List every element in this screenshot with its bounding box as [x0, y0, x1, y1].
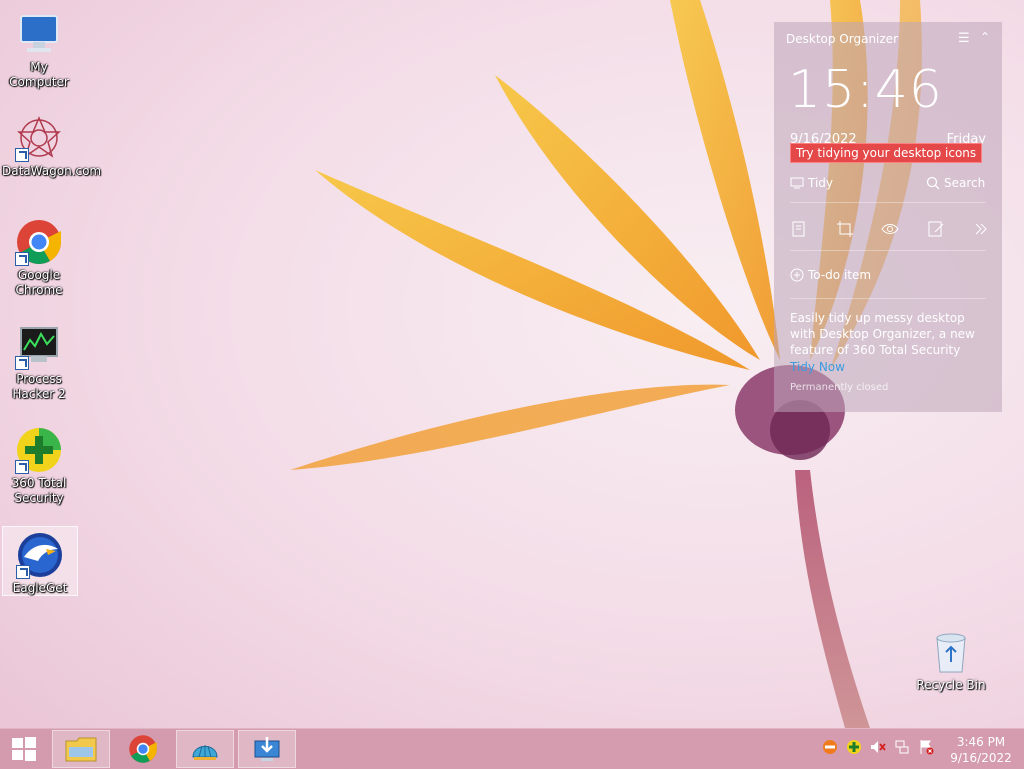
taskbar-google-chrome[interactable]: [114, 730, 172, 768]
desktop-icon-label: 360 Total Security: [11, 476, 67, 505]
desktop-icon-recycle-bin[interactable]: Recycle Bin: [914, 630, 988, 692]
hamburger-menu-icon[interactable]: ☰: [958, 31, 970, 46]
recycle-bin-label: Recycle Bin: [916, 678, 986, 692]
volume-muted-icon[interactable]: [870, 739, 886, 755]
eagleget-icon: [16, 531, 64, 579]
tidy-now-link[interactable]: Tidy Now: [790, 360, 845, 374]
folder-icon: [65, 737, 97, 762]
blocked-app-icon[interactable]: [822, 739, 838, 755]
edit-note-icon[interactable]: [927, 220, 945, 238]
shell-app-icon: [192, 745, 218, 760]
shortcut-arrow-icon: [15, 356, 29, 370]
tidy-label: Tidy: [808, 176, 834, 190]
start-button[interactable]: [0, 730, 48, 768]
search-button[interactable]: Search: [926, 176, 985, 190]
plus-circle-icon: [790, 268, 804, 282]
process-hacker-icon: [15, 322, 63, 370]
crop-icon[interactable]: [836, 220, 854, 238]
taskbar-file-explorer[interactable]: [52, 730, 110, 768]
taskbar-time: 3:46 PM: [956, 735, 1006, 749]
notes-icon[interactable]: [790, 220, 808, 238]
desktop-icon-datawagon[interactable]: DataWagon.com: [2, 110, 102, 179]
my-computer-icon: [15, 10, 63, 58]
todo-item-button[interactable]: To-do item: [790, 268, 871, 282]
divider: [790, 250, 986, 251]
shortcut-arrow-icon: [15, 460, 29, 474]
organizer-toolbar: [790, 220, 990, 238]
todo-label: To-do item: [808, 268, 872, 282]
taskbar-installer[interactable]: [238, 730, 296, 768]
chrome-icon: [15, 218, 63, 266]
double-chevron-right-icon[interactable]: [972, 220, 990, 238]
action-center-flag-icon[interactable]: [918, 739, 934, 755]
divider: [790, 202, 986, 203]
taskbar-app-shell[interactable]: [176, 730, 234, 768]
desktop-icon-360-total-security[interactable]: 360 Total Security: [2, 422, 76, 506]
desktop-icon-label: Google Chrome: [15, 268, 63, 297]
system-tray: [822, 739, 934, 755]
organizer-clock: 15:46: [788, 60, 943, 120]
360-security-tray-icon[interactable]: [846, 739, 862, 755]
recycle-bin-icon: [931, 630, 971, 674]
promo-text: Easily tidy up messy desktop with Deskto…: [790, 311, 975, 357]
chrome-icon: [129, 735, 157, 763]
desktop-icon-process-hacker[interactable]: Process Hacker 2: [2, 318, 76, 402]
network-icon[interactable]: [894, 739, 910, 755]
desktop-icon-google-chrome[interactable]: Google Chrome: [2, 214, 76, 298]
shortcut-arrow-icon: [16, 565, 30, 579]
shortcut-arrow-icon: [15, 252, 29, 266]
organizer-title: Desktop Organizer: [786, 32, 898, 46]
chevron-up-icon[interactable]: ⌃: [980, 30, 990, 44]
desktop-icon-label: Process Hacker 2: [12, 372, 66, 401]
permanently-closed-link[interactable]: Permanently closed: [790, 382, 888, 393]
datawagon-icon: [15, 114, 63, 162]
desktop-icon-label: My Computer: [9, 60, 69, 89]
download-install-icon: [254, 737, 280, 761]
tidy-button[interactable]: Tidy: [790, 176, 833, 190]
desktop-icon-my-computer[interactable]: My Computer: [2, 6, 76, 90]
desktop-organizer-panel: Desktop Organizer ☰ ⌃ 15:46 9/16/2022 Fr…: [774, 22, 1002, 412]
search-label: Search: [944, 176, 986, 190]
desktop-icon-label: EagleGet: [12, 581, 68, 595]
shortcut-arrow-icon: [15, 148, 29, 162]
360-security-icon: [15, 426, 63, 474]
taskbar-date: 9/16/2022: [950, 751, 1012, 765]
desktop-icon-label: DataWagon.com: [2, 164, 102, 178]
monitor-icon: [790, 177, 804, 189]
taskbar-clock[interactable]: 3:46 PM 9/16/2022: [946, 734, 1016, 766]
tidy-tooltip: Try tidying your desktop icons: [790, 143, 983, 163]
divider: [790, 298, 986, 299]
windows-logo-icon: [12, 737, 36, 761]
desktop-icon-eagleget[interactable]: EagleGet: [2, 526, 78, 596]
eye-icon[interactable]: [881, 220, 899, 238]
taskbar: 3:46 PM 9/16/2022: [0, 728, 1024, 769]
search-icon: [926, 176, 940, 190]
